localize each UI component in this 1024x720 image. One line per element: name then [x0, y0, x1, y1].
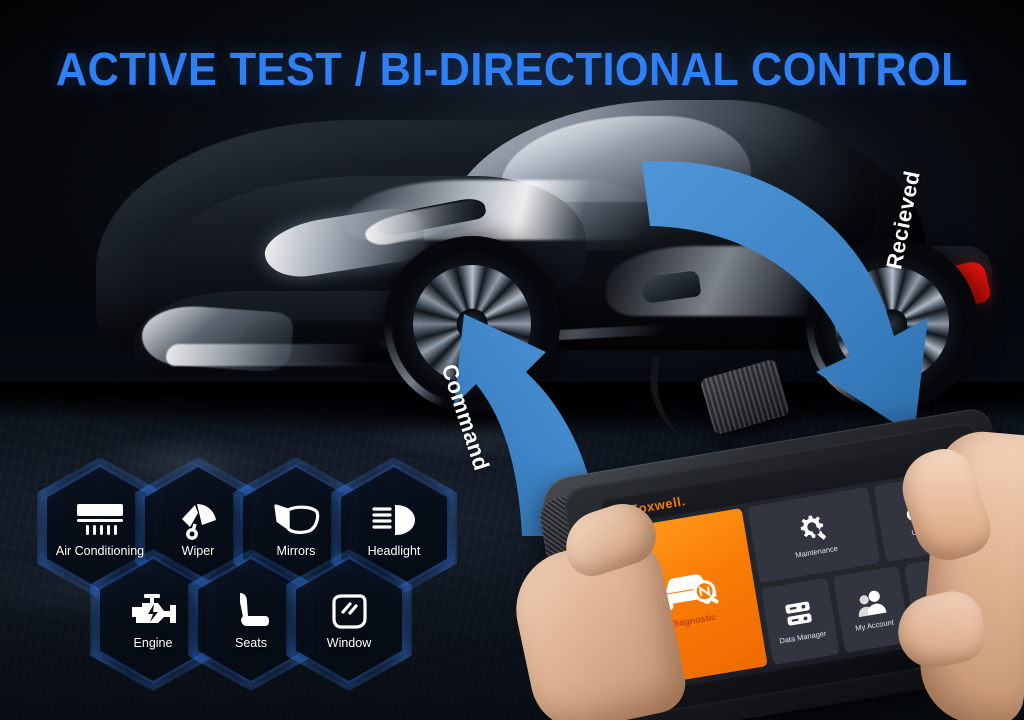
gear-wrench-icon — [800, 515, 827, 540]
tile-maintenance[interactable]: Maintenance — [747, 486, 881, 583]
window-icon — [330, 590, 368, 634]
data-drawer-icon — [785, 601, 812, 625]
car-seat-icon — [231, 590, 271, 634]
tile-label: My Account — [854, 617, 895, 633]
mirror-icon — [272, 498, 320, 542]
tile-data-manager[interactable]: Data Manager — [760, 577, 840, 665]
page-title: ACTIVE TEST / BI-DIRECTIONAL CONTROL — [55, 43, 969, 95]
hex-label: Mirrors — [276, 544, 316, 558]
users-icon — [858, 590, 887, 617]
hex-label: Seats — [235, 636, 267, 650]
hex-label: Wiper — [181, 544, 215, 558]
check-engine-icon — [128, 590, 178, 634]
hex-label: Air Conditioning — [55, 544, 145, 558]
car-splitter-highlight — [166, 344, 366, 366]
promo-banner: ACTIVE TEST / BI-DIRECTIONAL CONTROL Com… — [0, 0, 1024, 720]
wiper-icon — [176, 498, 220, 542]
hex-label: Engine — [133, 636, 173, 650]
tile-label: Diagnostic — [669, 611, 717, 630]
tile-label: Data Manager — [778, 628, 827, 646]
foxwell-diagnostic-tablet: Foxwell. Diagnostic Maintenance Data Man… — [505, 356, 1024, 720]
feature-hexagon-grid: Air Conditioning Wiper Mirrors Headlight… — [37, 457, 464, 691]
air-conditioning-icon — [75, 498, 125, 542]
headlight-icon — [370, 498, 418, 542]
hex-label: Headlight — [367, 544, 421, 558]
hex-label: Window — [326, 636, 372, 650]
tile-label: Maintenance — [794, 543, 839, 560]
hex-window[interactable]: Window — [286, 549, 412, 691]
